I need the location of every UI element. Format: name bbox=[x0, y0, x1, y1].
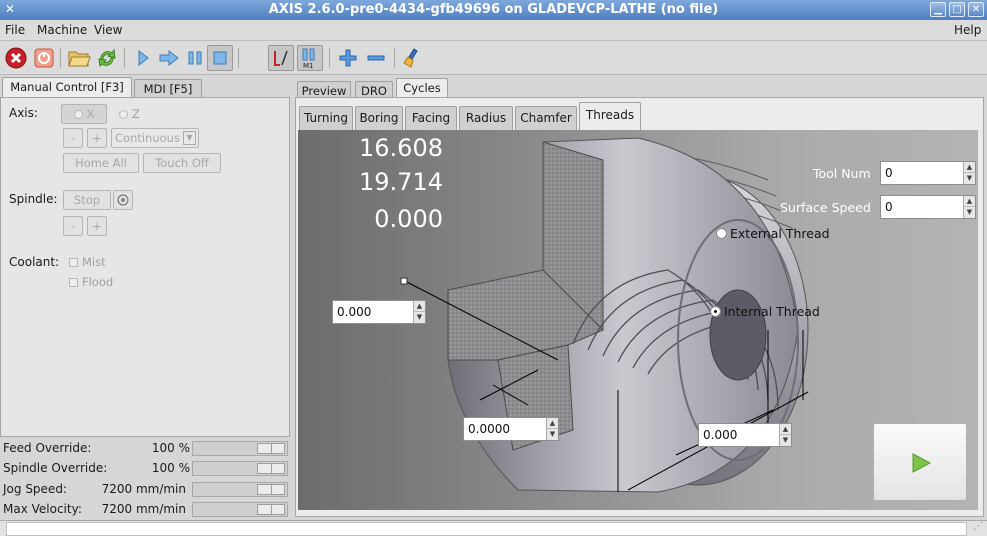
pause-icon[interactable] bbox=[182, 45, 208, 71]
step-icon[interactable] bbox=[156, 45, 182, 71]
tab-mdi[interactable]: MDI [F5] bbox=[134, 79, 202, 99]
toolbar: M1 bbox=[0, 41, 987, 75]
tab-chamfer[interactable]: Chamfer bbox=[515, 106, 577, 130]
close-button[interactable]: ✕ bbox=[968, 2, 984, 17]
zoom-out-icon[interactable] bbox=[363, 45, 389, 71]
status-bar: ⋰ bbox=[0, 520, 987, 536]
feed-override-slider[interactable] bbox=[192, 441, 288, 456]
manual-control-panel: Axis: X Z - + Continuous ▼ Home All Touc… bbox=[0, 97, 290, 437]
svg-text:M1: M1 bbox=[303, 62, 314, 69]
spindle-override-slider[interactable] bbox=[192, 461, 288, 476]
spindle-brake-icon bbox=[117, 194, 129, 206]
surface-speed-input[interactable]: 0 ▲ ▼ bbox=[880, 195, 976, 219]
touch-off-button[interactable]: Touch Off bbox=[143, 153, 221, 173]
spindle-brake-toggle[interactable] bbox=[113, 190, 133, 210]
tab-facing[interactable]: Facing bbox=[405, 106, 457, 130]
zoom-in-icon[interactable] bbox=[335, 45, 361, 71]
spindle-label: Spindle: bbox=[9, 192, 58, 206]
maximize-button[interactable]: □ bbox=[949, 2, 965, 17]
internal-thread-radio[interactable]: Internal Thread bbox=[710, 304, 820, 319]
spindle-minus-button[interactable]: - bbox=[63, 216, 83, 236]
jog-plus-button[interactable]: + bbox=[87, 128, 107, 148]
thread-length-input[interactable]: 0.000 ▲ ▼ bbox=[698, 423, 792, 447]
tool-num-input[interactable]: 0 ▲ ▼ bbox=[880, 161, 976, 185]
optional-stop-icon[interactable]: M1 bbox=[297, 45, 323, 71]
menu-view[interactable]: View bbox=[94, 23, 122, 37]
spindle-plus-button[interactable]: + bbox=[87, 216, 107, 236]
spindle-stop-button[interactable]: Stop bbox=[63, 190, 111, 210]
jog-mode-select[interactable]: Continuous ▼ bbox=[111, 128, 199, 148]
menu-help[interactable]: Help bbox=[954, 23, 981, 37]
open-file-icon[interactable] bbox=[66, 45, 92, 71]
menu-file[interactable]: File bbox=[5, 23, 25, 37]
jog-speed-label: Jog Speed: bbox=[3, 482, 67, 496]
tab-boring[interactable]: Boring bbox=[355, 106, 403, 130]
command-entry[interactable] bbox=[6, 522, 967, 536]
max-velocity-slider[interactable] bbox=[192, 502, 288, 517]
pitch-input[interactable]: 0.000 ▲ ▼ bbox=[332, 300, 426, 324]
max-velocity-label: Max Velocity: bbox=[3, 502, 82, 516]
flood-checkbox[interactable]: Flood bbox=[69, 275, 113, 289]
axis-label: Axis: bbox=[9, 106, 38, 120]
thread-depth-input[interactable]: 0.0000 ▲ ▼ bbox=[463, 417, 559, 441]
home-all-button[interactable]: Home All bbox=[63, 153, 139, 173]
play-icon bbox=[912, 453, 932, 473]
tab-turning[interactable]: Turning bbox=[299, 106, 353, 130]
jog-speed-value: 7200 mm/min bbox=[101, 482, 186, 496]
max-velocity-value: 7200 mm/min bbox=[101, 502, 186, 516]
mist-checkbox[interactable]: Mist bbox=[69, 255, 106, 269]
stepper[interactable]: ▲ ▼ bbox=[963, 162, 975, 184]
stop-icon[interactable] bbox=[207, 45, 233, 71]
jog-minus-button[interactable]: - bbox=[63, 128, 83, 148]
machine-power-icon[interactable] bbox=[31, 45, 57, 71]
menu-bar: File Machine View Help bbox=[0, 20, 987, 41]
slider-handle[interactable] bbox=[257, 484, 285, 495]
slider-handle[interactable] bbox=[257, 443, 285, 454]
resize-grip-icon: ⋰ bbox=[973, 521, 983, 532]
tab-manual-control[interactable]: Manual Control [F3] bbox=[2, 77, 132, 99]
feed-override-label: Feed Override: bbox=[3, 441, 92, 455]
block-delete-icon[interactable] bbox=[268, 45, 294, 71]
jog-speed-slider[interactable] bbox=[192, 482, 288, 497]
slider-handle[interactable] bbox=[257, 463, 285, 474]
slider-handle[interactable] bbox=[257, 504, 285, 515]
surface-speed-label: Surface Speed bbox=[780, 200, 871, 215]
menu-machine[interactable]: Machine bbox=[37, 23, 87, 37]
chevron-down-icon: ▼ bbox=[183, 131, 196, 145]
tool-num-label: Tool Num bbox=[813, 166, 871, 181]
run-icon[interactable] bbox=[130, 45, 156, 71]
title-bar: ✕ AXIS 2.6.0-pre0-4434-gfb49696 on GLADE… bbox=[0, 0, 987, 20]
spindle-override-label: Spindle Override: bbox=[3, 461, 108, 475]
clear-backplot-icon[interactable] bbox=[400, 45, 426, 71]
stepper[interactable]: ▲ ▼ bbox=[779, 424, 791, 446]
spindle-override-value: 100 % bbox=[151, 461, 190, 475]
window-title: AXIS 2.6.0-pre0-4434-gfb49696 on GLADEVC… bbox=[268, 2, 719, 17]
dro-readout-1: 16.608 bbox=[359, 134, 443, 162]
stepper[interactable]: ▲ ▼ bbox=[413, 301, 425, 323]
run-cycle-button[interactable] bbox=[873, 423, 967, 501]
stepper[interactable]: ▲ ▼ bbox=[963, 196, 975, 218]
tab-threads[interactable]: Threads bbox=[579, 102, 641, 130]
axis-x-radio[interactable]: X bbox=[61, 104, 107, 124]
minimize-button[interactable]: ▁ bbox=[930, 2, 946, 17]
dro-readout-3: 0.000 bbox=[374, 205, 443, 233]
coolant-label: Coolant: bbox=[9, 255, 60, 269]
external-thread-radio[interactable]: External Thread bbox=[716, 226, 830, 241]
feed-override-value: 100 % bbox=[151, 441, 190, 455]
dro-readout-2: 19.714 bbox=[359, 168, 443, 196]
tab-radius[interactable]: Radius bbox=[459, 106, 513, 130]
estop-icon[interactable] bbox=[3, 45, 29, 71]
reload-icon[interactable] bbox=[94, 45, 120, 71]
stepper[interactable]: ▲ ▼ bbox=[546, 418, 558, 440]
axis-z-radio[interactable]: Z bbox=[119, 107, 140, 121]
